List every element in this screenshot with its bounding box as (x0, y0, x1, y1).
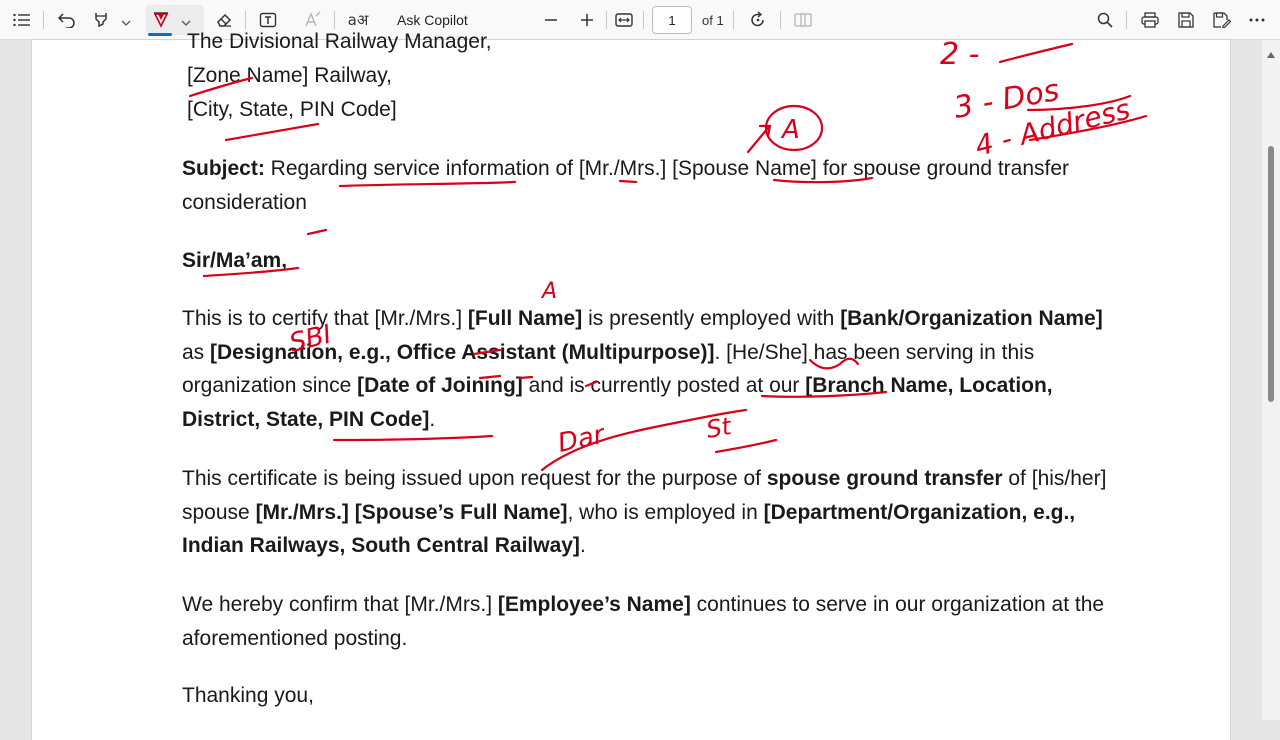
subject-label: Subject: (182, 157, 265, 180)
p2-text-4: . (579, 534, 586, 558)
certification-paragraph: This is to certify that [Mr./Mrs.] [Full… (182, 302, 1112, 437)
toolbar-separator (43, 11, 44, 29)
highlight-options-chevron-icon[interactable] (121, 14, 131, 32)
salutation: Sir/Ma’am, (182, 244, 1112, 278)
confirmation-paragraph: We hereby confirm that [Mr./Mrs.] [Emplo… (182, 588, 1112, 655)
draw-icon[interactable] (148, 6, 174, 34)
rotate-icon[interactable] (745, 6, 771, 34)
print-icon[interactable] (1137, 6, 1163, 34)
contents-list-icon[interactable] (10, 6, 34, 34)
purpose-paragraph: This certificate is being issued upon re… (182, 462, 1112, 563)
address-line-2: [Zone Name] Railway, (187, 64, 393, 87)
save-icon[interactable] (1173, 6, 1199, 34)
toolbar-separator (643, 11, 644, 29)
subject-text: Regarding service information of [Mr./Mr… (182, 157, 1070, 214)
p1-text-1: This is to certify that [Mr./Mrs.] (182, 307, 468, 330)
toolbar-separator (245, 11, 246, 29)
page-total-label: of 1 (702, 13, 724, 28)
p3-text-1: We hereby confirm that [Mr./Mrs.] (182, 593, 498, 616)
address-line-3: [City, State, PIN Code] (187, 98, 397, 121)
undo-icon[interactable] (54, 6, 80, 34)
p1-bold-2: [Bank/Organization Name] (840, 307, 1103, 330)
p1-bold-1: [Full Name] (467, 307, 583, 330)
toolbar-separator (780, 11, 781, 29)
page-view-icon[interactable] (790, 6, 816, 34)
search-icon[interactable] (1092, 6, 1118, 34)
p2-bold-2: [Mr./Mrs.] [Spouse’s Full Name] (255, 500, 568, 524)
p1-text-2: is presently employed with (582, 307, 841, 330)
zoom-out-icon[interactable] (538, 6, 564, 34)
more-options-icon[interactable] (1244, 6, 1270, 34)
toolbar-separator (606, 11, 607, 29)
toolbar-separator (1126, 11, 1127, 29)
toolbar-separator (733, 11, 734, 29)
p3-bold-1: [Employee’s Name] (497, 593, 691, 616)
page-number-input[interactable] (652, 6, 692, 34)
p1-bold-3: [Designation, e.g., Office Assistant (Mu… (210, 340, 715, 364)
p1-text-6: . (429, 408, 436, 432)
p1-text-5: and is currently posted at our (522, 374, 806, 398)
closing-line: Thanking you, (182, 684, 314, 707)
p1-text-3: as (182, 340, 211, 364)
address-line-1: The Divisional Railway Manager, (187, 30, 492, 53)
p2-text-3: , who is employed in (567, 500, 764, 524)
zoom-in-icon[interactable] (574, 6, 600, 34)
subject-paragraph: Subject: Regarding service information o… (182, 152, 1112, 219)
scrollbar-thumb[interactable] (1268, 146, 1274, 402)
highlight-icon[interactable] (88, 6, 114, 34)
p1-bold-4: [Date of Joining] (357, 374, 523, 398)
p2-bold-1: spouse ground transfer (766, 467, 1003, 490)
fit-to-width-icon[interactable] (611, 6, 637, 34)
p2-text-1: This certificate is being issued upon re… (182, 467, 767, 490)
save-as-icon[interactable] (1209, 6, 1235, 34)
scroll-up-arrow-icon[interactable] (1266, 46, 1276, 64)
ask-copilot-label: Ask Copilot (397, 12, 468, 28)
draw-active-indicator (148, 33, 172, 36)
toolbar-separator (334, 11, 335, 29)
salutation-text: Sir/Ma’am, (182, 249, 288, 272)
